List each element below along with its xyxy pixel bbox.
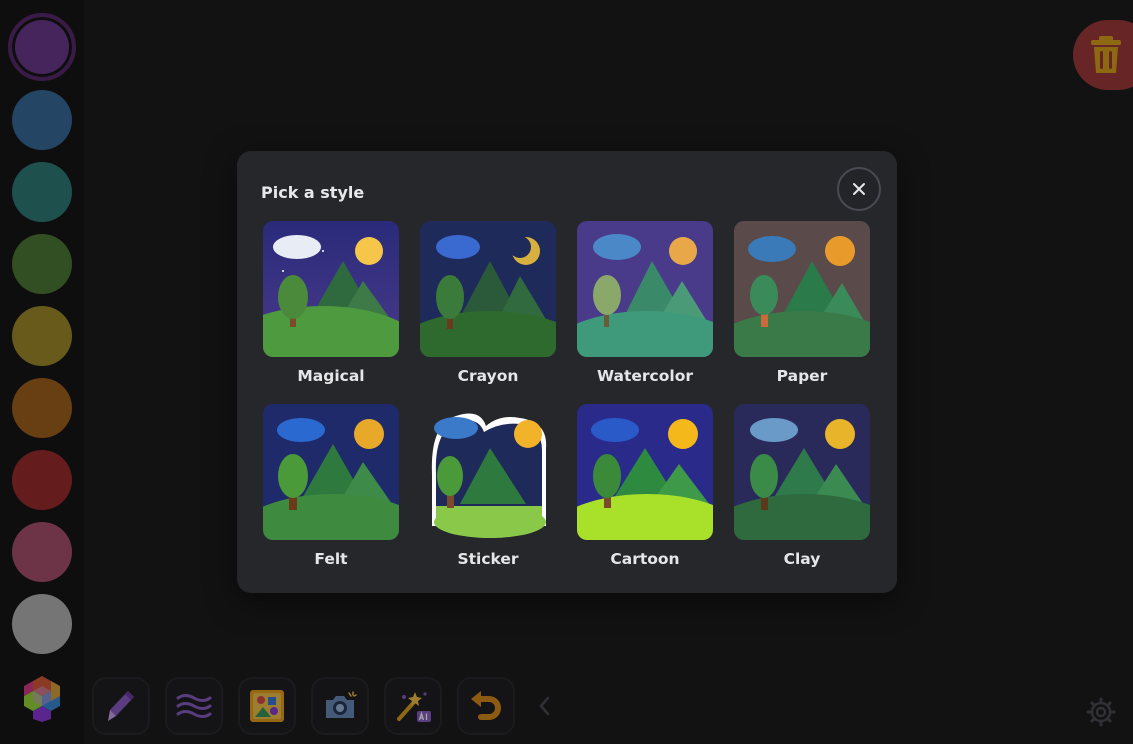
style-thumbnail — [420, 221, 556, 357]
style-thumbnail — [577, 221, 713, 357]
style-label: Sticker — [457, 550, 519, 568]
style-label: Felt — [314, 550, 348, 568]
style-option-clay[interactable]: Clay — [734, 404, 870, 574]
style-option-magical[interactable]: Magical — [263, 221, 399, 391]
style-thumbnail — [577, 404, 713, 540]
style-option-sticker[interactable]: Sticker — [420, 404, 556, 574]
style-thumbnail — [734, 404, 870, 540]
close-icon — [853, 183, 865, 195]
style-thumbnail — [263, 221, 399, 357]
drawing-app: Pick a style Magical Crayon Watercolor P… — [0, 0, 1133, 744]
style-label: Watercolor — [596, 367, 693, 385]
style-thumbnail — [734, 221, 870, 357]
style-option-crayon[interactable]: Crayon — [420, 221, 556, 391]
dialog-title: Pick a style — [261, 183, 365, 202]
style-option-cartoon[interactable]: Cartoon — [577, 404, 713, 574]
style-label: Magical — [297, 367, 365, 385]
style-option-watercolor[interactable]: Watercolor — [577, 221, 713, 391]
style-picker-dialog: Pick a style Magical Crayon Watercolor P… — [237, 151, 897, 593]
style-label: Cartoon — [610, 550, 680, 568]
style-label: Paper — [776, 367, 828, 385]
style-label: Crayon — [457, 367, 519, 385]
style-label: Clay — [783, 550, 821, 568]
style-option-paper[interactable]: Paper — [734, 221, 870, 391]
style-thumbnail — [263, 404, 399, 540]
style-option-felt[interactable]: Felt — [263, 404, 399, 574]
close-button[interactable] — [837, 167, 881, 211]
style-thumbnail — [420, 404, 556, 540]
